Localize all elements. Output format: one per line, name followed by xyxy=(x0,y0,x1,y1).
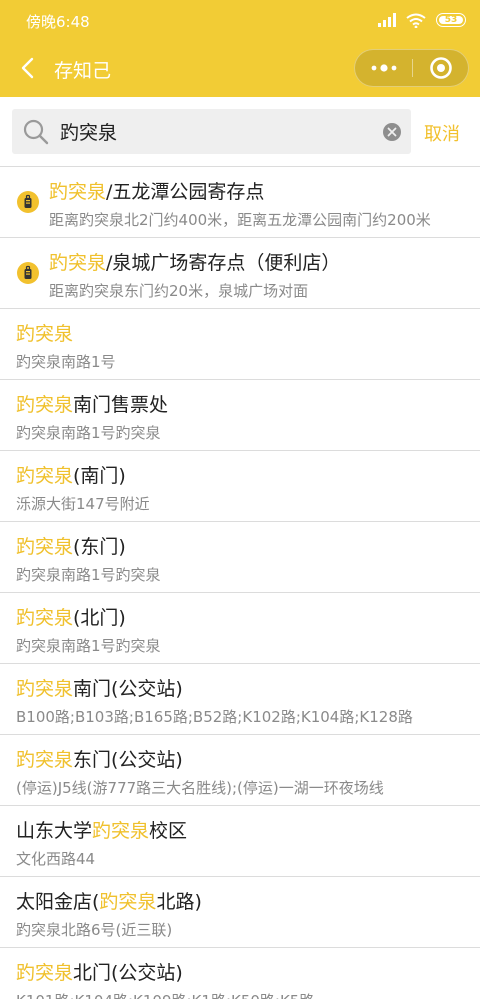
more-dots-icon xyxy=(371,64,396,72)
result-address: (停运)J5线(游777路三大名胜线);(停运)一湖一环夜场线 xyxy=(16,779,384,797)
result-title: 趵突泉(北门) xyxy=(16,605,126,631)
signal-icon xyxy=(378,13,396,27)
title-highlight: 趵突泉 xyxy=(16,465,74,487)
result-address: 距离趵突泉东门约20米，泉城广场对面 xyxy=(49,282,309,300)
result-item[interactable]: 趵突泉南门售票处趵突泉南路1号趵突泉 xyxy=(0,380,480,451)
title-highlight: 趵突泉 xyxy=(92,820,150,842)
title-highlight: 趵突泉 xyxy=(16,962,74,984)
result-address: 趵突泉南路1号趵突泉 xyxy=(16,566,161,584)
close-target-icon xyxy=(430,57,452,79)
search-icon xyxy=(23,119,49,145)
result-title: 趵突泉(东门) xyxy=(16,534,126,560)
result-address: K101路;K104路;K109路;K1路;K50路;K5路 xyxy=(16,991,462,999)
result-address: 趵突泉南路1号 xyxy=(16,353,116,371)
back-arrow-icon xyxy=(21,57,34,79)
page-title: 存知己 xyxy=(54,60,112,82)
result-title: 趵突泉南门(公交站) xyxy=(16,676,183,702)
result-item[interactable]: 趵突泉/泉城广场寄存点（便利店） 距离趵突泉东门约20米，泉城广场对面 xyxy=(0,238,480,309)
title-text: (东门) xyxy=(73,536,126,558)
title-text: 山东大学 xyxy=(16,820,93,842)
luggage-icon xyxy=(17,191,39,213)
battery-level: 53 xyxy=(444,14,458,25)
battery-icon: 53 xyxy=(436,13,466,27)
result-item[interactable]: 趵突泉东门(公交站) (停运)J5线(游777路三大名胜线);(停运)一湖一环夜场… xyxy=(0,735,480,806)
result-address: 泺源大街147号附近 xyxy=(16,495,150,513)
status-time: 傍晚6:48 xyxy=(26,13,90,31)
more-button[interactable] xyxy=(355,50,412,86)
cancel-button[interactable]: 取消 xyxy=(424,120,460,146)
search-bar: 取消 xyxy=(0,97,480,167)
result-address: 趵突泉北路6号(近三联) xyxy=(16,921,173,939)
result-title: 趵突泉/泉城广场寄存点（便利店） xyxy=(49,250,340,276)
title-highlight: 趵突泉 xyxy=(16,394,74,416)
result-item[interactable]: 趵突泉北门(公交站) K101路;K104路;K109路;K1路;K50路;K5路 xyxy=(0,948,480,999)
title-highlight: 趵突泉 xyxy=(16,678,74,700)
result-item[interactable]: 太阳金店(趵突泉北路) 趵突泉北路6号(近三联) xyxy=(0,877,480,948)
title-text: 北门(公交站) xyxy=(73,962,183,984)
title-text: 南门售票处 xyxy=(73,394,169,416)
nav-bar: 存知己 xyxy=(0,40,480,97)
result-title: 趵突泉 xyxy=(16,321,73,347)
title-text: 北路) xyxy=(156,891,202,913)
title-text: 东门(公交站) xyxy=(73,749,183,771)
mini-program-capsule xyxy=(354,49,469,87)
title-text: 太阳金店( xyxy=(16,891,100,913)
clear-icon[interactable] xyxy=(382,122,402,142)
result-item[interactable]: 趵突泉趵突泉南路1号 xyxy=(0,309,480,380)
title-text: (南门) xyxy=(73,465,126,487)
title-text: /泉城广场寄存点（便利店） xyxy=(106,252,341,274)
result-address: B100路;B103路;B165路;B52路;K102路;K104路;K128路 xyxy=(16,708,413,726)
status-bar: 傍晚6:48 53 xyxy=(0,0,480,40)
result-title: 山东大学趵突泉校区 xyxy=(16,818,187,844)
result-item[interactable]: 趵突泉(东门) 趵突泉南路1号趵突泉 xyxy=(0,522,480,593)
result-item[interactable]: 趵突泉(北门) 趵突泉南路1号趵突泉 xyxy=(0,593,480,664)
title-text: /五龙潭公园寄存点 xyxy=(106,181,265,203)
luggage-icon xyxy=(17,262,39,284)
title-highlight: 趵突泉 xyxy=(16,607,74,629)
back-button[interactable] xyxy=(14,54,42,82)
search-box[interactable] xyxy=(12,109,411,154)
result-address: 趵突泉南路1号趵突泉 xyxy=(16,424,161,442)
title-highlight: 趵突泉 xyxy=(16,749,74,771)
title-highlight: 趵突泉 xyxy=(99,891,157,913)
result-address: 趵突泉南路1号趵突泉 xyxy=(16,637,161,655)
wifi-icon xyxy=(406,13,426,28)
result-title: 趵突泉(南门) xyxy=(16,463,126,489)
status-icons: 53 xyxy=(378,11,466,29)
app-header: 傍晚6:48 53 存知己 xyxy=(0,0,480,97)
title-highlight: 趵突泉 xyxy=(16,536,74,558)
result-title: 趵突泉南门售票处 xyxy=(16,392,168,418)
result-title: 趵突泉东门(公交站) xyxy=(16,747,183,773)
title-highlight: 趵突泉 xyxy=(49,252,107,274)
result-address: 文化西路44 xyxy=(16,850,96,868)
search-input[interactable] xyxy=(60,109,370,154)
title-text: (北门) xyxy=(73,607,126,629)
result-address: 距离趵突泉北2门约400米，距离五龙潭公园南门约200米 xyxy=(49,211,431,229)
title-text: 校区 xyxy=(149,820,188,842)
result-title: 趵突泉/五龙潭公园寄存点 xyxy=(49,179,264,205)
search-results-list: 趵突泉/五龙潭公园寄存点距离趵突泉北2门约400米，距离五龙潭公园南门约200米… xyxy=(0,167,480,999)
title-highlight: 趵突泉 xyxy=(16,323,74,345)
result-item[interactable]: 趵突泉(南门) 泺源大街147号附近 xyxy=(0,451,480,522)
result-item[interactable]: 山东大学趵突泉校区文化西路44 xyxy=(0,806,480,877)
close-mini-program-button[interactable] xyxy=(413,50,469,86)
result-item[interactable]: 趵突泉南门(公交站) B100路;B103路;B165路;B52路;K102路;K… xyxy=(0,664,480,735)
result-title: 趵突泉北门(公交站) xyxy=(16,960,183,986)
title-highlight: 趵突泉 xyxy=(49,181,107,203)
result-title: 太阳金店(趵突泉北路) xyxy=(16,889,202,915)
result-item[interactable]: 趵突泉/五龙潭公园寄存点距离趵突泉北2门约400米，距离五龙潭公园南门约200米 xyxy=(0,167,480,238)
title-text: 南门(公交站) xyxy=(73,678,183,700)
